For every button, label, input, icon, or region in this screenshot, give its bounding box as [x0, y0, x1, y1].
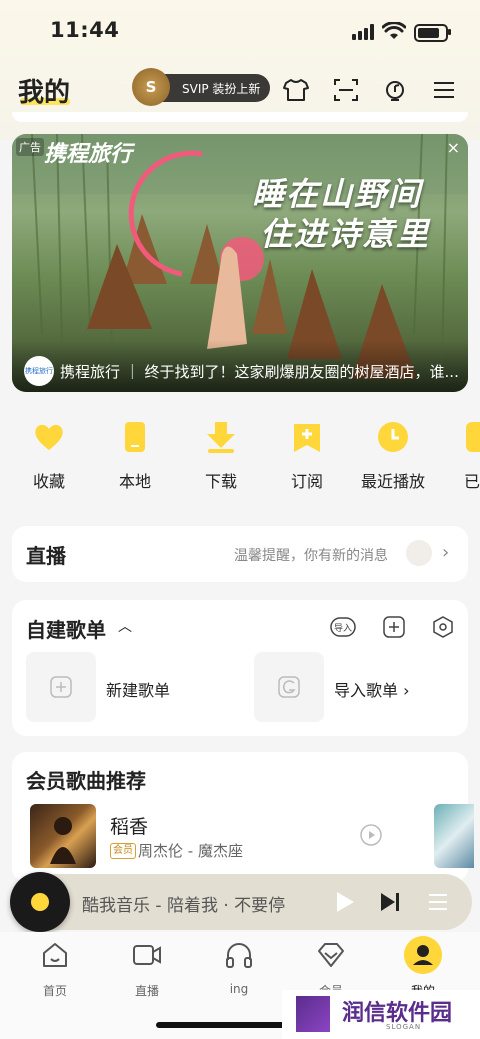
album-art — [50, 817, 76, 864]
plus-icon — [50, 676, 72, 698]
download-icon — [207, 422, 235, 453]
clock-icon — [378, 422, 408, 452]
ad-headline-line1: 睡在山野间 — [252, 175, 423, 213]
live-card[interactable]: 直播 温馨提醒，你有新的消息 › — [12, 526, 468, 582]
watermark-sub: SLOGAN — [386, 1023, 422, 1031]
quick-label: 已 — [464, 472, 480, 491]
import-icon[interactable]: 导入 — [330, 616, 356, 638]
watermark-logo — [296, 996, 330, 1032]
music-recognition-icon[interactable] — [381, 76, 409, 104]
svip-badge-icon: S — [132, 68, 170, 106]
quick-subscribe[interactable]: 订阅 — [272, 420, 342, 492]
ad-banner[interactable]: 广告 携程旅行 × 睡在山野间 住进诗意里 携程旅行 携程旅行 ｜ 终于找到了！… — [12, 134, 468, 392]
player-disc[interactable] — [10, 872, 70, 932]
live-hint: 温馨提醒，你有新的消息 — [234, 548, 388, 564]
tshirt-icon[interactable] — [282, 76, 310, 104]
quick-more[interactable]: 已 — [444, 420, 480, 492]
profile-icon — [404, 936, 442, 974]
quick-actions: 收藏 本地 下载 订阅 最近播放 已 — [0, 420, 480, 500]
home-icon — [43, 943, 67, 967]
chevron-right-icon: › — [442, 542, 450, 563]
ad-headline: 睡在山野间 住进诗意里 — [252, 174, 452, 254]
svip-label: SVIP 装扮上新 — [182, 82, 261, 96]
quick-favorites[interactable]: 收藏 — [14, 420, 84, 492]
ad-logo: 携程旅行 — [24, 356, 54, 386]
tab-live[interactable]: 直播 — [112, 940, 182, 999]
tab-home[interactable]: 首页 — [20, 940, 90, 999]
video-icon — [133, 945, 161, 965]
vip-badge: 会员 — [110, 843, 136, 859]
add-icon[interactable] — [380, 616, 406, 638]
play-circle-icon[interactable] — [360, 824, 382, 846]
tab-ing[interactable]: ing — [204, 940, 274, 996]
live-title: 直播 — [26, 544, 66, 568]
next-icon[interactable] — [378, 890, 402, 914]
song-title[interactable]: 稻香 — [110, 812, 148, 839]
quick-label: 最近播放 — [360, 472, 425, 491]
close-icon[interactable]: × — [447, 138, 460, 157]
new-playlist-label[interactable]: 新建歌单 — [106, 677, 170, 701]
quick-label: 本地 — [118, 472, 151, 491]
avatar — [406, 540, 432, 566]
quick-label: 收藏 — [32, 472, 65, 491]
song-artist: 周杰伦 - 魔杰座 — [138, 842, 243, 860]
battery-icon — [414, 24, 448, 42]
vip-recommend-card: 会员歌曲推荐 稻香 会员 周杰伦 - 魔杰座 — [12, 752, 474, 882]
tab-label: 直播 — [134, 984, 159, 998]
ad-brand: 携程旅行 — [44, 141, 133, 167]
new-playlist-tile[interactable] — [26, 652, 96, 722]
header-card-edge — [12, 112, 468, 122]
playlist-card: 自建歌单 ︿ 导入 新建歌单 导入歌单 › — [12, 600, 468, 736]
page-title: 我的 — [18, 78, 71, 108]
settings-icon[interactable] — [430, 616, 456, 638]
ad-headline-line2: 住进诗意里 — [260, 215, 431, 253]
album-cover-next[interactable] — [434, 804, 474, 868]
diamond-icon — [318, 943, 344, 967]
heart-icon — [35, 424, 63, 450]
wifi-icon — [382, 22, 406, 39]
signal-icon — [352, 24, 374, 40]
import-playlist-tile[interactable] — [254, 652, 324, 722]
vip-title: 会员歌曲推荐 — [26, 769, 146, 793]
playlist-title: 自建歌单 — [26, 618, 106, 642]
phone-icon — [125, 422, 145, 452]
check-icon — [466, 422, 480, 452]
status-bar: 11:44 — [0, 0, 480, 60]
quick-label: 下载 — [204, 472, 237, 491]
quick-recent[interactable]: 最近播放 — [358, 420, 428, 492]
import-playlist-icon — [278, 676, 300, 698]
playlist-queue-icon[interactable] — [426, 890, 450, 914]
tab-label: ing — [229, 982, 249, 996]
player-text: 酷我音乐 - 陪着我 · 不要停 — [82, 896, 286, 916]
watermark: 润信软件园 SLOGAN — [282, 990, 480, 1039]
quick-label: 订阅 — [290, 472, 323, 491]
chevron-right-icon: › — [403, 681, 410, 700]
import-playlist-label[interactable]: 导入歌单 › — [334, 677, 410, 701]
import-badge-text: 导入 — [334, 623, 352, 634]
scan-icon[interactable] — [332, 76, 360, 104]
quick-local[interactable]: 本地 — [100, 420, 170, 492]
svip-promo-button[interactable]: S SVIP 装扮上新 — [132, 68, 270, 106]
play-icon[interactable] — [332, 890, 356, 914]
battery-tip — [448, 29, 451, 35]
ad-caption-bar: 携程旅行 携程旅行 ｜ 终于找到了！这家刷爆朋友圈的树屋酒店，谁... — [12, 340, 468, 392]
subscribe-icon — [294, 424, 320, 452]
page-header: 我的 S SVIP 装扮上新 — [0, 64, 480, 114]
ad-caption: 携程旅行 ｜ 终于找到了！这家刷爆朋友圈的树屋酒店，谁... — [60, 363, 459, 381]
headphones-icon — [226, 943, 252, 968]
status-time: 11:44 — [50, 18, 120, 42]
import-playlist-text: 导入歌单 — [334, 681, 399, 700]
mini-player[interactable]: 酷我音乐 - 陪着我 · 不要停 — [10, 872, 472, 932]
quick-download[interactable]: 下载 — [186, 420, 256, 492]
ad-tag: 广告 — [16, 138, 44, 156]
chevron-up-icon[interactable]: ︿ — [118, 616, 132, 636]
album-cover[interactable] — [30, 804, 96, 868]
menu-icon[interactable] — [430, 76, 458, 104]
tab-label: 首页 — [42, 984, 67, 998]
